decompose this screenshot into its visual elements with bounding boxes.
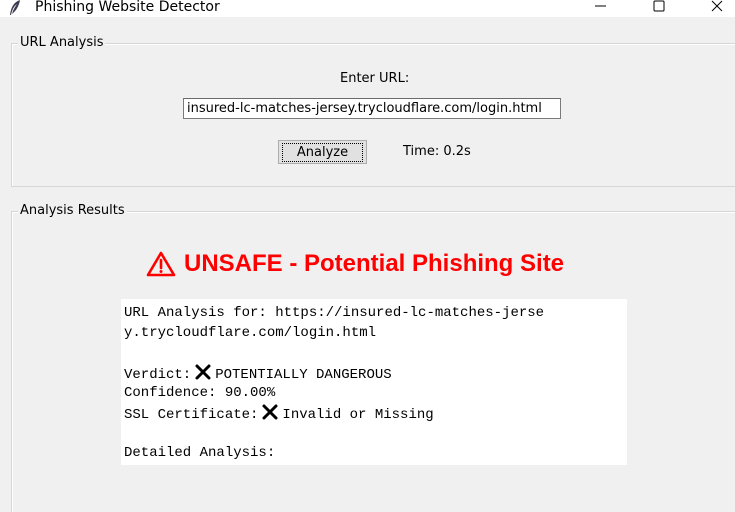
url-analysis-label: URL Analysis — [18, 35, 106, 51]
ssl-label: SSL Certificate: — [124, 407, 259, 423]
verdict-value: POTENTIALLY DANGEROUS — [215, 367, 392, 383]
title-bar: Phishing Website Detector — [0, 0, 735, 17]
verdict-heading: UNSAFE - Potential Phishing Site — [146, 250, 564, 278]
minimize-button[interactable] — [578, 0, 624, 17]
cross-mark-icon — [262, 404, 278, 420]
minimize-icon — [595, 5, 606, 7]
results-text-area[interactable]: URL Analysis for: https://insured-lc-mat… — [121, 299, 627, 465]
cross-mark-icon — [195, 364, 211, 380]
elapsed-time: Time: 0.2s — [403, 144, 471, 159]
window-title: Phishing Website Detector — [35, 0, 220, 15]
result-line-confidence: Confidence: 90.00% — [124, 385, 276, 401]
ssl-value: Invalid or Missing — [282, 407, 434, 423]
result-line-url-cont: y.trycloudflare.com/login.html — [124, 325, 377, 341]
close-icon — [711, 0, 723, 12]
maximize-icon — [653, 0, 665, 12]
verdict-heading-text: UNSAFE - Potential Phishing Site — [184, 250, 565, 277]
enter-url-label: Enter URL: — [340, 71, 410, 86]
feather-icon — [8, 0, 22, 17]
analysis-results-label: Analysis Results — [18, 203, 127, 219]
result-line-ssl: SSL Certificate: Invalid or Missing — [124, 403, 434, 425]
result-line-verdict: Verdict: POTENTIALLY DANGEROUS — [124, 363, 392, 385]
url-input[interactable] — [183, 98, 561, 119]
analyze-button[interactable]: Analyze — [278, 140, 367, 164]
result-line-detailed: Detailed Analysis: — [124, 445, 276, 461]
close-button[interactable] — [694, 0, 735, 17]
verdict-label: Verdict: — [124, 367, 192, 383]
result-line-url: URL Analysis for: https://insured-lc-mat… — [124, 305, 545, 321]
warning-icon — [146, 251, 176, 277]
maximize-button[interactable] — [636, 0, 682, 17]
analyze-button-label: Analyze — [281, 142, 364, 162]
